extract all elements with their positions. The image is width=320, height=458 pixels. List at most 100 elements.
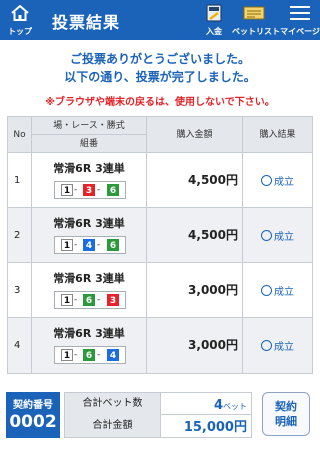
- header-race: 場・レース・勝式 組番: [32, 117, 147, 153]
- detail-button-line2: 明細: [275, 415, 297, 428]
- separator: -: [97, 240, 101, 250]
- boat-number: 1: [61, 184, 73, 196]
- total-amount-label: 合計金額: [65, 415, 161, 437]
- boat-number: 1: [61, 349, 73, 361]
- result-status: 成立: [261, 338, 294, 353]
- result-status: 成立: [261, 228, 294, 243]
- contract-number-box: 契約番号 0002: [6, 392, 60, 438]
- combination: 1 - 3 - 6: [54, 181, 126, 199]
- amount: 4,500円: [147, 153, 243, 208]
- boat-number: 1: [61, 239, 73, 251]
- result-cell: 成立: [243, 318, 312, 373]
- separator: -: [74, 295, 78, 305]
- page-title: 投票結果: [52, 13, 121, 32]
- contract-label: 契約番号: [13, 400, 53, 411]
- separator: -: [74, 350, 78, 360]
- separator: -: [97, 295, 101, 305]
- boat-number: 6: [83, 349, 95, 361]
- row-number: 4: [8, 318, 32, 373]
- table-row: 1 常滑6R 3連単 1 - 3 - 6 4,500円 成立: [8, 153, 312, 208]
- separator: -: [97, 185, 101, 195]
- combination: 1 - 4 - 6: [54, 236, 126, 254]
- race-name: 常滑6R 3連単: [53, 162, 125, 175]
- boat-number: 3: [107, 294, 119, 306]
- separator: -: [97, 350, 101, 360]
- table-row: 3 常滑6R 3連単 1 - 6 - 3 3,000円 成立: [8, 263, 312, 318]
- total-bets-row: 合計ベット数 4ベット: [65, 393, 251, 415]
- total-bets-value: 4ベット: [161, 393, 251, 415]
- boat-number: 6: [83, 294, 95, 306]
- boat-number: 6: [107, 239, 119, 251]
- deposit-icon: [206, 4, 222, 22]
- app-header: トップ 投票結果 入金 ベットリスト マイページ: [0, 0, 320, 40]
- result-cell: 成立: [243, 208, 312, 263]
- circle-icon: [261, 340, 272, 351]
- race-name: 常滑6R 3連単: [53, 272, 125, 285]
- race-cell: 常滑6R 3連単 1 - 4 - 6: [32, 208, 147, 263]
- circle-icon: [261, 175, 272, 186]
- total-amount-value: 15,000円: [161, 415, 251, 437]
- header-amount: 購入金額: [147, 117, 243, 153]
- combination: 1 - 6 - 4: [54, 346, 126, 364]
- row-number: 2: [8, 208, 32, 263]
- amount: 4,500円: [147, 208, 243, 263]
- boat-number: 4: [107, 349, 119, 361]
- menu-icon: [290, 6, 310, 20]
- race-name: 常滑6R 3連単: [53, 217, 125, 230]
- table-header: No 場・レース・勝式 組番 購入金額 購入結果: [8, 117, 312, 153]
- table-row: 4 常滑6R 3連単 1 - 6 - 4 3,000円 成立: [8, 318, 312, 373]
- total-bets-label: 合計ベット数: [65, 393, 161, 415]
- detail-button-line1: 契約: [275, 400, 297, 413]
- race-cell: 常滑6R 3連単 1 - 6 - 4: [32, 318, 147, 373]
- total-bets-number: 4: [213, 398, 223, 413]
- total-amount-unit: 円: [233, 420, 247, 435]
- result-label: 成立: [274, 232, 294, 243]
- deposit-button[interactable]: 入金: [198, 0, 230, 40]
- header-no: No: [8, 117, 32, 153]
- contract-detail-button[interactable]: 契約 明細: [262, 392, 310, 436]
- header-result: 購入結果: [259, 130, 296, 140]
- boat-number: 4: [83, 239, 95, 251]
- result-label: 成立: [274, 342, 294, 353]
- home-label: トップ: [8, 27, 32, 36]
- result-cell: 成立: [243, 263, 312, 318]
- row-number: 3: [8, 263, 32, 318]
- race-cell: 常滑6R 3連単 1 - 3 - 6: [32, 153, 147, 208]
- totals-summary: 合計ベット数 4ベット 合計金額 15,000円: [64, 392, 252, 438]
- circle-icon: [261, 230, 272, 241]
- boat-number: 1: [61, 294, 73, 306]
- betlist-icon: [243, 6, 265, 20]
- result-cell: 成立: [243, 153, 312, 208]
- row-number: 1: [8, 153, 32, 208]
- table-row: 2 常滑6R 3連単 1 - 4 - 6 4,500円 成立: [8, 208, 312, 263]
- total-amount-number: 15,000: [183, 420, 234, 435]
- completion-message: 以下の通り、投票が完了しました。: [64, 70, 256, 84]
- warning-message: ※ブラウザや端末の戻るは、使用しないで下さい。: [45, 97, 275, 108]
- race-name: 常滑6R 3連単: [53, 327, 125, 340]
- separator: -: [74, 185, 78, 195]
- boat-number: 6: [107, 184, 119, 196]
- betlist-label: ベットリスト: [232, 27, 280, 36]
- betlist-button[interactable]: ベットリスト: [232, 0, 280, 40]
- thanks-message: ご投票ありがとうございました。: [69, 52, 250, 66]
- result-status: 成立: [261, 283, 294, 298]
- circle-icon: [261, 285, 272, 296]
- separator: -: [74, 240, 78, 250]
- mypage-label: マイページ: [280, 27, 320, 36]
- result-status: 成立: [261, 173, 294, 188]
- boat-number: 3: [83, 184, 95, 196]
- home-button[interactable]: トップ: [4, 0, 36, 40]
- combination: 1 - 6 - 3: [54, 291, 126, 309]
- result-label: 成立: [274, 287, 294, 298]
- header-race-top: 場・レース・勝式: [32, 117, 146, 135]
- header-race-bottom: 組番: [79, 139, 98, 149]
- home-icon: [11, 5, 29, 21]
- total-bets-unit: ベット: [223, 402, 247, 411]
- deposit-label: 入金: [206, 27, 222, 36]
- amount: 3,000円: [147, 263, 243, 318]
- amount: 3,000円: [147, 318, 243, 373]
- mypage-button[interactable]: マイページ: [280, 0, 320, 40]
- contract-number: 0002: [9, 412, 57, 432]
- result-label: 成立: [274, 177, 294, 188]
- race-cell: 常滑6R 3連単 1 - 6 - 3: [32, 263, 147, 318]
